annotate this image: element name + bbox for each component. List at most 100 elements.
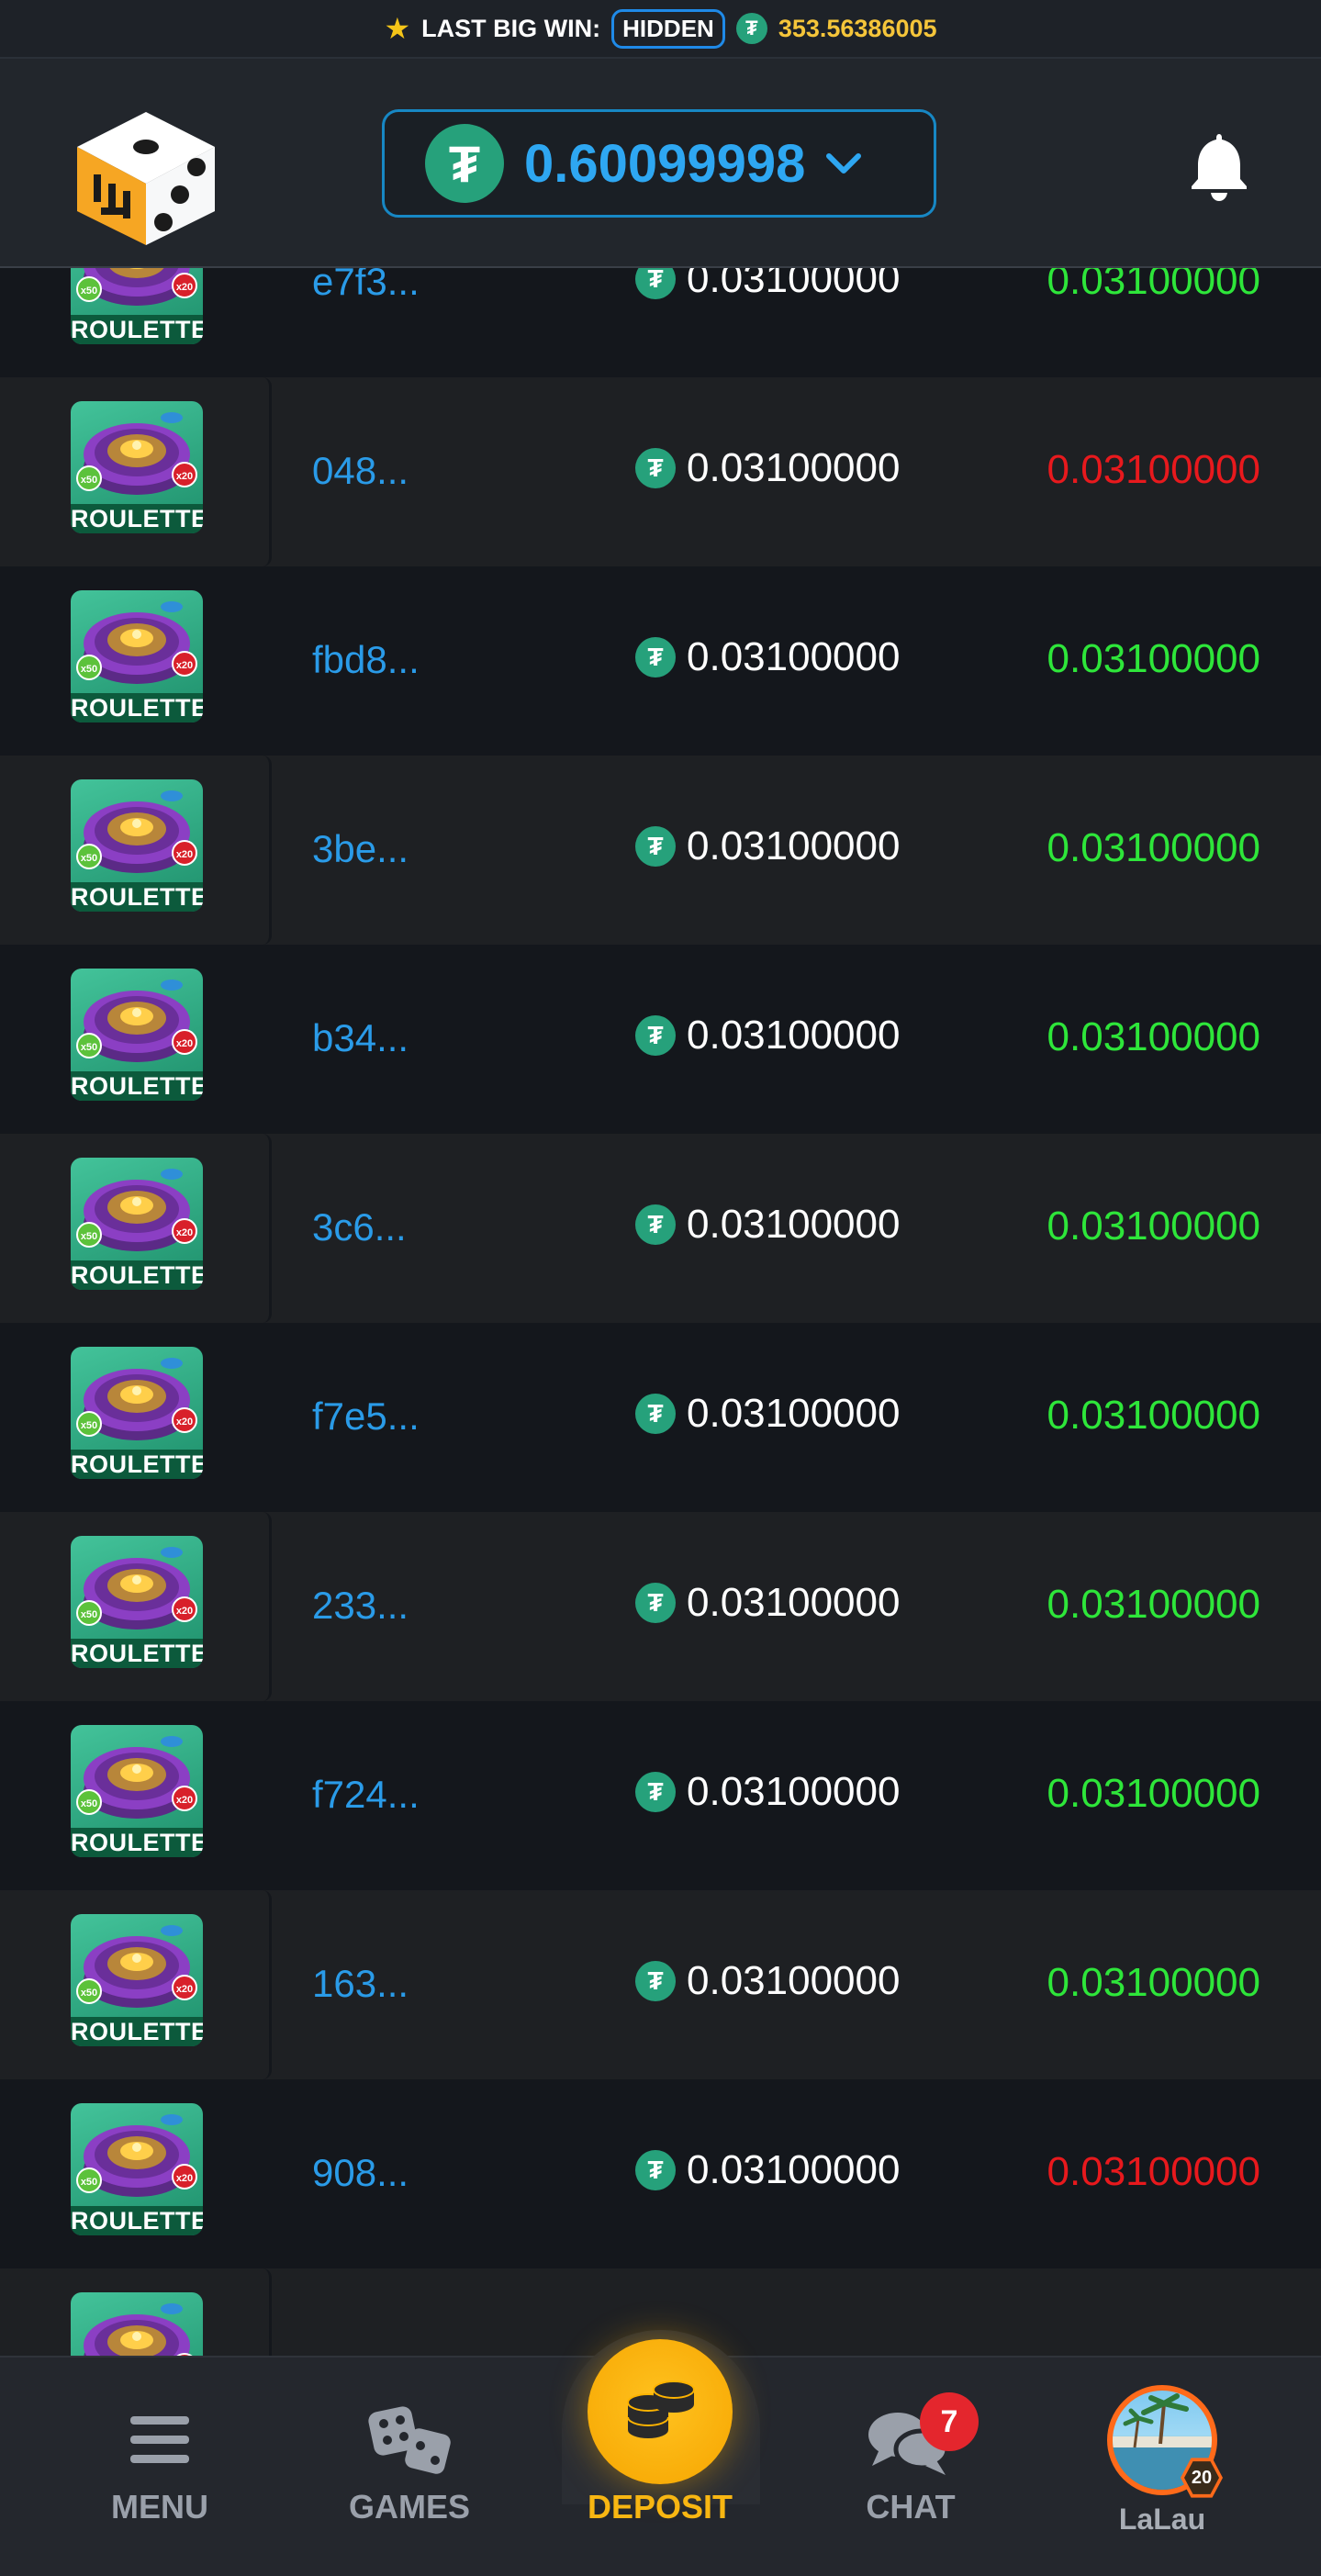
game-thumbnail[interactable]: x50 x20 ROULETTE: [71, 1347, 203, 1479]
bet-amount-cell: ₮ 0.03100000: [635, 1391, 900, 1437]
game-thumbnail[interactable]: x50 x20 ROULETTE: [71, 401, 203, 533]
tether-icon: ₮: [735, 13, 767, 44]
last-big-win-amount: 353.56386005: [778, 14, 937, 42]
bet-amount: 0.03100000: [687, 1958, 901, 2003]
bet-hash-link[interactable]: 908...: [312, 2151, 409, 2195]
bet-hash-link[interactable]: f724...: [312, 1773, 420, 1817]
tether-icon: ₮: [635, 1204, 676, 1245]
bet-hash-link[interactable]: 163...: [312, 1962, 409, 2006]
profit-amount: 0.03100000: [1047, 1771, 1260, 1816]
game-thumbnail[interactable]: x50 x20 ROULETTE: [71, 590, 203, 722]
game-thumbnail[interactable]: x50 x20 ROULETTE: [71, 969, 203, 1101]
nav-menu[interactable]: MENU: [92, 2358, 228, 2576]
game-thumbnail[interactable]: x50 x20 ROULETTE: [71, 1725, 203, 1857]
bet-hash-link[interactable]: 233...: [312, 1584, 409, 1628]
nav-deposit-label: DEPOSIT: [587, 2488, 733, 2526]
star-icon: ★: [384, 12, 411, 45]
bet-hash-link[interactable]: b34...: [312, 1016, 409, 1060]
svg-text:x20: x20: [176, 2173, 193, 2184]
nav-chat-label: CHAT: [866, 2488, 956, 2526]
bet-amount: 0.03100000: [687, 1013, 901, 1058]
svg-text:x50: x50: [81, 475, 97, 486]
dice-logo-icon[interactable]: [59, 75, 233, 250]
game-thumbnail[interactable]: x50 x20 ROULETTE: [71, 779, 203, 912]
nav-menu-label: MENU: [111, 2488, 208, 2526]
svg-text:x50: x50: [81, 664, 97, 675]
chat-unread-badge: 7: [920, 2392, 979, 2451]
svg-text:x20: x20: [176, 1417, 193, 1428]
bet-amount: 0.03100000: [687, 634, 901, 679]
profit-amount: 0.03100000: [1047, 1014, 1260, 1059]
svg-text:x50: x50: [81, 1042, 97, 1053]
bet-amount: 0.03100000: [687, 1391, 901, 1436]
nav-games-label: GAMES: [348, 2488, 470, 2526]
hidden-user-tag[interactable]: HIDDEN: [611, 8, 725, 49]
table-row[interactable]: x50 x20 ROULETTE 163... ₮ 0.03100000 0.0…: [0, 1890, 1321, 2079]
roulette-wheel-icon: x50 x20: [76, 1547, 197, 1630]
svg-text:x20: x20: [176, 1984, 193, 1995]
bet-amount: 0.03100000: [687, 2147, 901, 2192]
nav-deposit[interactable]: DEPOSIT: [578, 2358, 742, 2576]
game-thumbnail[interactable]: x50 x20 ROULETTE: [71, 2103, 203, 2235]
game-name: ROULETTE: [71, 2017, 203, 2046]
username-label[interactable]: LaLau: [1083, 2503, 1241, 2537]
bet-amount-cell: ₮ 0.03100000: [635, 634, 900, 680]
table-row[interactable]: x50 x20 ROULETTE 3c6... ₮ 0.03100000 0.0…: [0, 1134, 1321, 1323]
game-thumbnail[interactable]: x50 x20 ROULETTE: [71, 268, 203, 344]
game-name: ROULETTE: [71, 504, 203, 533]
bet-hash-link[interactable]: 3be...: [312, 827, 409, 871]
game-name: ROULETTE: [71, 1639, 203, 1668]
level-badge-value: 20: [1184, 2461, 1219, 2494]
svg-text:x20: x20: [176, 1795, 193, 1806]
table-row[interactable]: x50 x20 ROULETTE 233... ₮ 0.03100000 0.0…: [0, 1512, 1321, 1701]
table-row[interactable]: x50 x20 ROULETTE e7f3... ₮ 0.03100000 0.…: [0, 268, 1321, 377]
table-row[interactable]: x50 x20 ROULETTE b34... ₮ 0.03100000 0.0…: [0, 945, 1321, 1134]
roulette-wheel-icon: x50 x20: [76, 2114, 197, 2197]
table-row[interactable]: x50 x20 ROULETTE 3be... ₮ 0.03100000 0.0…: [0, 756, 1321, 945]
roulette-wheel-icon: x50 x20: [76, 601, 197, 684]
game-name: ROULETTE: [71, 1071, 203, 1101]
tether-icon: ₮: [635, 1961, 676, 2001]
game-thumbnail[interactable]: x50 x20 ROULETTE: [71, 1158, 203, 1290]
profit-amount: 0.03100000: [1047, 1582, 1260, 1627]
svg-text:x50: x50: [81, 286, 97, 297]
svg-text:x20: x20: [176, 471, 193, 482]
roulette-wheel-icon: x50 x20: [76, 412, 197, 495]
table-row[interactable]: x50 x20 ROULETTE f7e5... ₮ 0.03100000 0.…: [0, 1323, 1321, 1512]
bet-hash-link[interactable]: e7f3...: [312, 268, 420, 304]
balance-selector[interactable]: ₮ 0.60099998: [382, 109, 936, 218]
bet-amount-cell: ₮ 0.03100000: [635, 1769, 900, 1815]
game-name: ROULETTE: [71, 1828, 203, 1857]
table-row[interactable]: x50 x20 ROULETTE 908... ₮ 0.03100000 0.0…: [0, 2079, 1321, 2268]
game-name: ROULETTE: [71, 693, 203, 722]
nav-chat[interactable]: CHAT: [843, 2358, 979, 2576]
roulette-wheel-icon: x50 x20: [76, 1736, 197, 1819]
profit-amount: 0.03100000: [1047, 2149, 1260, 2194]
game-thumbnail[interactable]: x50 x20 ROULETTE: [71, 2292, 203, 2356]
roulette-wheel-icon: x50 x20: [76, 980, 197, 1062]
tether-icon: ₮: [635, 826, 676, 867]
game-name: ROULETTE: [71, 2206, 203, 2235]
bet-hash-link[interactable]: 3c6...: [312, 1205, 407, 1249]
tether-icon: ₮: [635, 2150, 676, 2190]
game-thumbnail[interactable]: x50 x20 ROULETTE: [71, 1536, 203, 1668]
bet-amount-cell: ₮ 0.03100000: [635, 1202, 900, 1248]
table-row[interactable]: x50 x20 ROULETTE f724... ₮ 0.03100000 0.…: [0, 1701, 1321, 1890]
bet-hash-link[interactable]: fbd8...: [312, 638, 420, 682]
app-header: ₮ 0.60099998: [0, 59, 1321, 268]
nav-games[interactable]: GAMES: [341, 2358, 477, 2576]
bet-hash-link[interactable]: f7e5...: [312, 1394, 420, 1439]
bell-icon[interactable]: [1186, 129, 1252, 202]
profit-amount: 0.03100000: [1047, 1204, 1260, 1249]
game-thumbnail[interactable]: x50 x20 ROULETTE: [71, 1914, 203, 2046]
table-row[interactable]: x50 x20 ROULETTE fbd8... ₮ 0.03100000 0.…: [0, 566, 1321, 756]
table-row[interactable]: x50 x20 ROULETTE 048... ₮ 0.03100000 0.0…: [0, 377, 1321, 566]
bet-amount: 0.03100000: [687, 1769, 901, 1814]
chevron-down-icon[interactable]: [823, 150, 864, 177]
bet-hash-link[interactable]: 048...: [312, 449, 409, 493]
svg-text:x50: x50: [81, 1231, 97, 1242]
roulette-wheel-icon: x50 x20: [76, 268, 197, 306]
balance-amount: 0.60099998: [524, 133, 806, 194]
svg-text:x50: x50: [81, 1609, 97, 1620]
bet-amount-cell: ₮ 0.03100000: [635, 1580, 900, 1626]
